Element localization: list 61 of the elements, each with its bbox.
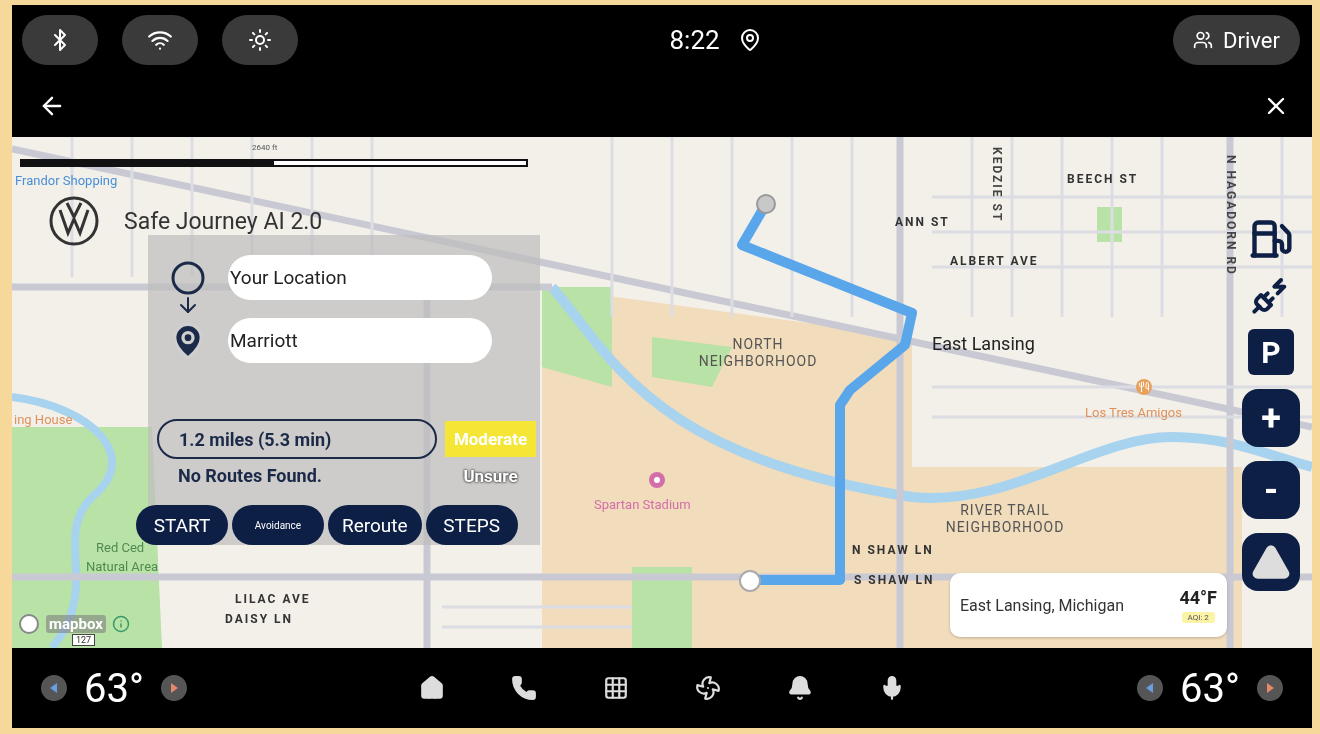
map-label: Spartan Stadium xyxy=(594,497,691,513)
street-label: N SHAW LN xyxy=(852,543,934,558)
street-label: ANN ST xyxy=(895,215,950,230)
action-button[interactable]: Avoidance xyxy=(232,505,324,545)
weather-location: East Lansing, Michigan xyxy=(960,595,1124,615)
fan-icon[interactable] xyxy=(695,675,721,701)
map-label: ing House xyxy=(14,412,73,428)
fuel-pump-icon[interactable] xyxy=(1249,217,1293,261)
bell-icon[interactable] xyxy=(787,675,813,701)
map-label: RIVER TRAIL NEIGHBORHOOD xyxy=(944,502,1066,536)
map-label: NORTH NEIGHBORHOOD xyxy=(697,336,819,370)
street-label: S SHAW LN xyxy=(854,573,935,588)
confidence-label: Unsure xyxy=(462,465,519,486)
zoom-button[interactable]: + xyxy=(1242,389,1300,447)
increase-icon[interactable] xyxy=(1256,674,1284,702)
scale-label: 2640 ft xyxy=(252,143,278,152)
bluetooth-button[interactable] xyxy=(22,15,98,65)
action-button[interactable]: START xyxy=(136,505,228,545)
safety-rating: Moderate xyxy=(445,421,536,457)
logo-icon xyxy=(48,195,100,247)
weather-temperature: 44°F xyxy=(1179,587,1217,608)
aqi-badge: AQI: 2 xyxy=(1181,612,1215,623)
home-icon[interactable] xyxy=(419,675,445,701)
app-title: Safe Journey AI 2.0 xyxy=(124,207,323,235)
right-temperature: 63° xyxy=(1180,664,1240,712)
apps-grid-icon[interactable] xyxy=(603,675,629,701)
map-label: Natural Area xyxy=(86,559,159,575)
origin-field[interactable]: Your Location xyxy=(228,255,492,300)
street-label: BEECH ST xyxy=(1067,172,1139,187)
warning-button[interactable] xyxy=(1242,533,1300,591)
street-label: DAISY LN xyxy=(225,612,293,627)
warning-icon xyxy=(1251,542,1291,582)
brightness-button[interactable] xyxy=(222,15,298,65)
phone-icon[interactable] xyxy=(511,675,537,701)
map-label: Frandor Shopping xyxy=(15,173,118,189)
street-label: N HAGADORN RD xyxy=(1224,155,1238,276)
stadium-icon xyxy=(648,471,666,489)
brightness-icon xyxy=(248,28,272,52)
parking-button[interactable]: P xyxy=(1248,329,1294,375)
clock-time: 8:22 xyxy=(669,25,720,55)
left-temperature: 63° xyxy=(84,664,144,712)
increase-icon[interactable] xyxy=(159,674,188,702)
destination-field[interactable]: Marriott xyxy=(228,318,492,363)
zoom-button[interactable]: - xyxy=(1242,461,1300,519)
wifi-button[interactable] xyxy=(122,15,198,65)
map-label: East Lansing xyxy=(932,333,1035,355)
highway-shield: 127 xyxy=(72,634,96,646)
street-label: ALBERT AVE xyxy=(950,254,1039,269)
decrease-icon[interactable] xyxy=(40,674,68,702)
route-status: No Routes Found. xyxy=(177,465,324,486)
profile-button[interactable]: Driver xyxy=(1173,15,1300,65)
street-label: KEDZIE ST xyxy=(990,147,1004,223)
decrease-icon[interactable] xyxy=(1136,674,1165,702)
route-distance: 1.2 miles (5.3 min) xyxy=(157,419,437,459)
origin-icon xyxy=(171,260,205,295)
map-label: Los Tres Amigos xyxy=(1085,405,1182,421)
action-button[interactable]: STEPS xyxy=(425,505,518,545)
map-attribution: mapbox xyxy=(46,615,106,633)
action-button[interactable]: Reroute xyxy=(328,505,422,545)
street-label: LILAC AVE xyxy=(235,592,311,607)
users-icon xyxy=(1193,30,1214,50)
